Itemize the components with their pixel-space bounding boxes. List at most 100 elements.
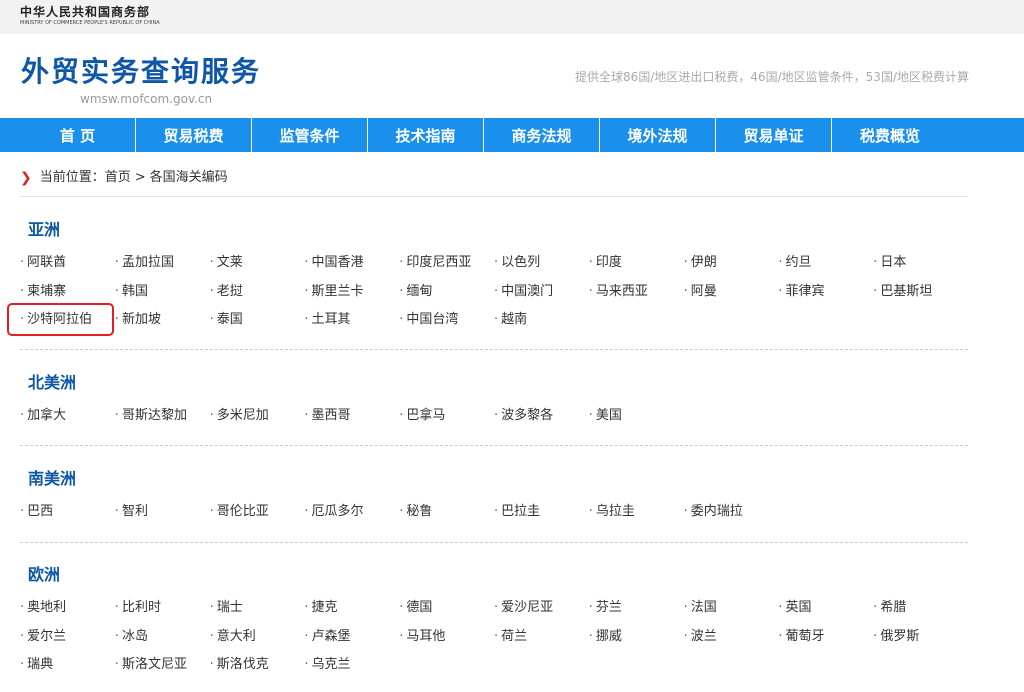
- country-link[interactable]: · 巴基斯坦: [873, 284, 968, 313]
- bullet-icon: ·: [588, 600, 593, 615]
- country-link[interactable]: · 泰国: [210, 312, 305, 341]
- country-link[interactable]: · 新加坡: [115, 312, 210, 341]
- country-link[interactable]: · 荷兰: [494, 629, 589, 658]
- country-link[interactable]: · 奥地利: [20, 600, 115, 629]
- country-link[interactable]: · 委内瑞拉: [684, 504, 779, 533]
- bullet-icon: ·: [493, 255, 499, 270]
- site-title[interactable]: 外贸实务查询服务: [21, 54, 261, 90]
- bullet-icon: ·: [778, 628, 783, 644]
- bullet-icon: ·: [209, 255, 214, 270]
- breadcrumb-prefix: 当前位置：: [39, 170, 105, 185]
- country-link[interactable]: · 缅甸: [399, 284, 494, 313]
- nav-commerce-regulations[interactable]: 商务法规: [484, 118, 600, 152]
- country-link[interactable]: · 爱沙尼亚: [494, 600, 589, 629]
- breadcrumb-home-link[interactable]: 首页: [105, 170, 131, 186]
- bullet-icon: ·: [304, 628, 309, 644]
- country-link[interactable]: · 厄瓜多尔: [304, 504, 399, 533]
- country-link[interactable]: · 德国: [399, 600, 494, 629]
- country-link[interactable]: · 越南: [494, 312, 589, 341]
- country-link[interactable]: · 中国香港: [304, 255, 399, 284]
- country-link[interactable]: · 马来西亚: [589, 284, 684, 313]
- region-title: 北美洲: [28, 373, 77, 392]
- country-link[interactable]: · 墨西哥: [304, 408, 399, 437]
- country-name: 乌拉圭: [595, 504, 635, 519]
- country-link[interactable]: · 马耳他: [399, 629, 494, 658]
- country-name: 泰国: [216, 312, 243, 327]
- country-link[interactable]: · 比利时: [115, 600, 210, 629]
- country-link[interactable]: · 波多黎各: [494, 408, 589, 437]
- country-name: 希腊: [880, 600, 907, 615]
- country-link[interactable]: · 冰岛: [115, 629, 210, 658]
- country-link[interactable]: · 芬兰: [589, 600, 684, 629]
- country-name: 阿曼: [690, 283, 717, 299]
- country-link[interactable]: · 爱尔兰: [20, 629, 115, 658]
- nav-trade-tax[interactable]: 贸易税费: [136, 118, 252, 152]
- nav-foreign-regulations[interactable]: 境外法规: [600, 118, 716, 152]
- nav-trade-documents[interactable]: 贸易单证: [716, 118, 832, 152]
- country-link[interactable]: · 巴拿马: [399, 408, 494, 437]
- country-link[interactable]: · 加拿大: [20, 408, 115, 437]
- country-link[interactable]: · 乌拉圭: [589, 504, 684, 533]
- country-link[interactable]: · 瑞典: [20, 657, 115, 686]
- country-link[interactable]: · 法国: [684, 600, 779, 629]
- nav-tax-overview[interactable]: 税费概览: [832, 118, 948, 152]
- country-link[interactable]: · 阿联酋: [20, 255, 115, 284]
- country-link[interactable]: · 卢森堡: [304, 629, 399, 658]
- bullet-icon: ·: [399, 628, 404, 644]
- country-link[interactable]: · 乌克兰: [304, 657, 399, 686]
- country-link[interactable]: · 沙特阿拉伯: [7, 303, 114, 336]
- country-link[interactable]: · 巴西: [20, 504, 115, 533]
- ministry-logo[interactable]: 中华人民共和国商务部 MINISTRY OF COMMERCE PEOPLE'S…: [20, 5, 160, 27]
- bullet-icon: ·: [399, 255, 404, 270]
- country-link[interactable]: · 波兰: [684, 629, 779, 658]
- bullet-icon: ·: [873, 255, 878, 270]
- country-link[interactable]: · 智利: [115, 504, 210, 533]
- country-link[interactable]: · 伊朗: [684, 255, 779, 284]
- country-name: 菲律宾: [785, 283, 825, 299]
- country-link[interactable]: · 瑞士: [210, 600, 305, 629]
- country-link[interactable]: · 韩国: [115, 284, 210, 313]
- country-link[interactable]: · 巴拉圭: [494, 504, 589, 533]
- country-link[interactable]: · 斯洛文尼亚: [115, 657, 210, 686]
- country-link[interactable]: · 哥斯达黎加: [115, 408, 210, 437]
- country-link[interactable]: · 中国澳门: [494, 284, 589, 313]
- country-name: 波兰: [690, 628, 717, 644]
- country-link[interactable]: · 中国台湾: [399, 312, 494, 341]
- country-name: 约旦: [785, 255, 812, 270]
- country-link[interactable]: · 希腊: [873, 600, 968, 629]
- country-link[interactable]: · 斯里兰卡: [304, 284, 399, 313]
- country-name: 老挝: [216, 283, 243, 299]
- country-link[interactable]: · 老挝: [210, 284, 305, 313]
- country-name: 越南: [501, 312, 528, 327]
- country-link[interactable]: · 文莱: [210, 255, 305, 284]
- country-link[interactable]: · 俄罗斯: [873, 629, 968, 658]
- bullet-icon: ·: [20, 255, 25, 270]
- country-link[interactable]: · 阿曼: [684, 284, 779, 313]
- country-link[interactable]: · 秘鲁: [399, 504, 494, 533]
- country-name: 德国: [406, 600, 433, 615]
- country-link[interactable]: · 美国: [589, 408, 684, 437]
- country-link[interactable]: · 约旦: [778, 255, 873, 284]
- country-link[interactable]: · 土耳其: [304, 312, 399, 341]
- nav-home[interactable]: 首 页: [20, 118, 136, 152]
- country-link[interactable]: · 以色列: [494, 255, 589, 284]
- country-link[interactable]: · 哥伦比亚: [210, 504, 305, 533]
- country-link[interactable]: · 印度尼西亚: [399, 255, 494, 284]
- country-link[interactable]: · 挪威: [589, 629, 684, 658]
- nav-technical-guide[interactable]: 技术指南: [368, 118, 484, 152]
- country-link[interactable]: · 英国: [778, 600, 873, 629]
- nav-regulatory-conditions[interactable]: 监管条件: [252, 118, 368, 152]
- country-link[interactable]: · 葡萄牙: [778, 629, 873, 658]
- country-link[interactable]: · 菲律宾: [778, 284, 873, 313]
- country-link[interactable]: · 意大利: [210, 629, 305, 658]
- country-link[interactable]: · 捷克: [304, 600, 399, 629]
- site-tagline: 提供全球86国/地区进出口税费，46国/地区监管条件，53国/地区税费计算: [575, 70, 969, 84]
- country-link[interactable]: · 孟加拉国: [115, 255, 210, 284]
- country-link[interactable]: · 多米尼加: [210, 408, 305, 437]
- country-name: 新加坡: [121, 312, 161, 327]
- country-link[interactable]: · 日本: [873, 255, 968, 284]
- country-name: 中国澳门: [501, 283, 554, 299]
- country-link[interactable]: · 斯洛伐克: [210, 657, 305, 686]
- country-link[interactable]: · 印度: [589, 255, 684, 284]
- bullet-icon: ·: [399, 283, 404, 299]
